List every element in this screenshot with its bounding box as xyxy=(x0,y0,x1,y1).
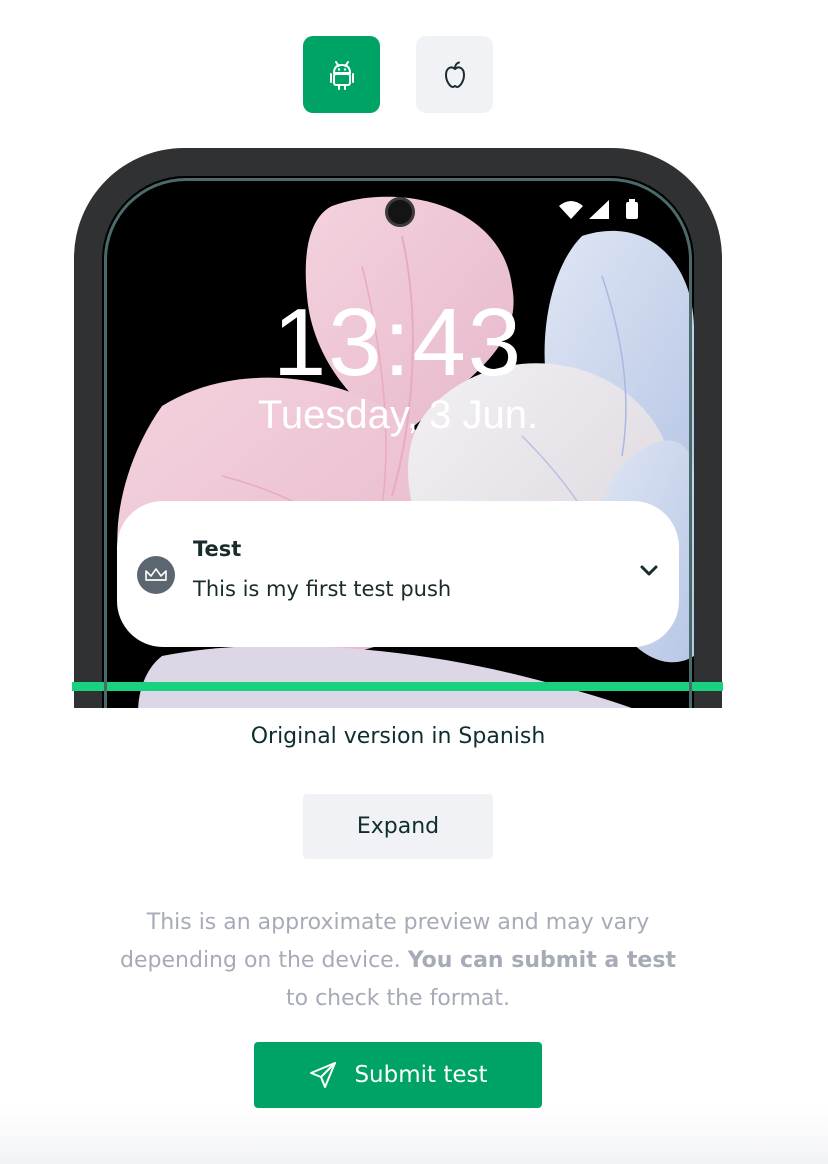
disclaimer-submit-hint: You can submit a test xyxy=(407,948,676,973)
status-bar-icons xyxy=(559,199,638,219)
submit-test-label: Submit test xyxy=(354,1062,488,1088)
crown-icon xyxy=(145,568,167,581)
wifi-icon xyxy=(559,201,583,219)
preview-accent-bar xyxy=(72,682,723,691)
battery-icon xyxy=(626,199,638,219)
android-platform-button[interactable] xyxy=(303,36,380,113)
send-icon xyxy=(310,1062,337,1088)
front-camera xyxy=(385,197,415,227)
signal-icon xyxy=(589,200,609,219)
expand-button[interactable]: Expand xyxy=(303,794,493,859)
submit-test-button[interactable]: Submit test xyxy=(254,1042,542,1108)
android-icon xyxy=(329,60,354,90)
lockscreen-date: Tuesday, 3 Jun. xyxy=(257,393,539,437)
disclaimer-text-end: to check the format. xyxy=(286,986,510,1011)
chevron-down-icon[interactable] xyxy=(639,564,659,578)
notification-title: Test xyxy=(193,537,242,561)
lockscreen-time: 13:43 xyxy=(272,289,524,396)
ios-platform-button[interactable] xyxy=(416,36,493,113)
preview-disclaimer: This is an approximate preview and may v… xyxy=(120,904,676,1018)
version-label: Original version in Spanish xyxy=(250,724,546,749)
notification-body: This is my first test push xyxy=(193,577,452,601)
apple-icon xyxy=(444,61,465,88)
bottom-fade xyxy=(0,1108,828,1164)
push-notification-card[interactable]: Test This is my first test push xyxy=(117,501,679,647)
app-icon xyxy=(137,556,175,594)
